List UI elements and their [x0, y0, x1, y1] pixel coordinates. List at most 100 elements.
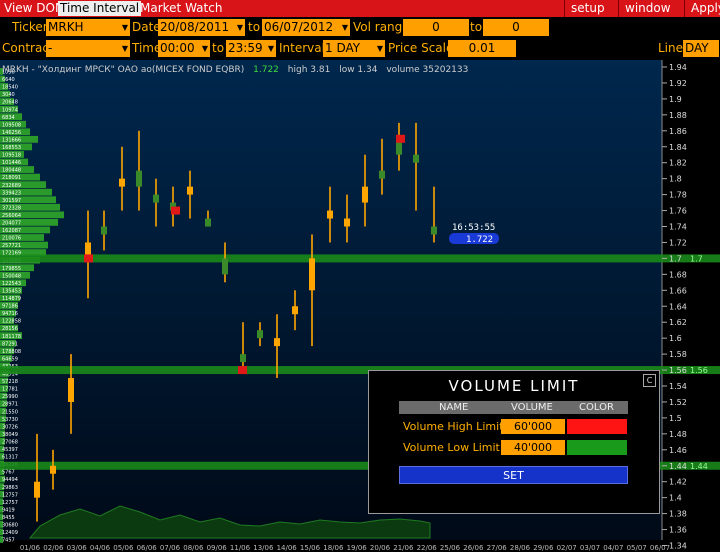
time-tick-label: 07/06: [160, 544, 181, 552]
volume-profile-label: 8455: [2, 515, 15, 521]
volume-profile-label: 168553: [2, 145, 21, 151]
volume-high-color[interactable]: [567, 419, 627, 434]
level-label: 1.44: [690, 462, 708, 471]
volume-profile-label: 114879: [2, 296, 21, 302]
volume-profile-label: 94716: [2, 311, 18, 317]
volume-limit-header: NAME VOLUME COLOR: [399, 401, 628, 414]
time-tick-label: 13/06: [253, 544, 274, 552]
volume-profile-label: 5767: [2, 470, 15, 476]
date-to-field[interactable]: 06/07/2012 ▼: [262, 19, 350, 36]
price-tick-label: 1.42: [669, 478, 687, 487]
time-tick-label: 28/06: [510, 544, 531, 552]
price-tick-label: 1.9: [669, 95, 682, 104]
candle-body: [119, 178, 125, 187]
volume-profile-label: 30680: [2, 523, 18, 529]
price-tick-label: 1.86: [669, 127, 687, 136]
vol-to-label: to: [470, 20, 483, 34]
candle-body: [101, 226, 107, 235]
ticker-select[interactable]: MRKH ▼: [46, 19, 130, 36]
volume-limit-title: VOLUME LIMIT: [448, 377, 580, 395]
time-tick-label: 29/06: [533, 544, 554, 552]
chart-last: 1.722: [253, 65, 279, 75]
line-select[interactable]: DAY: [683, 40, 719, 57]
tab-market-watch[interactable]: Market Watch: [138, 1, 224, 16]
candle-body: [257, 330, 263, 339]
volume-low-field[interactable]: 40'000: [501, 440, 565, 455]
time-tick-label: 21/06: [393, 544, 414, 552]
volume-profile-label: 146256: [2, 130, 21, 136]
volume-high-row: Volume High Limit 60'000: [399, 417, 628, 437]
chevron-down-icon: ▼: [201, 44, 208, 53]
close-icon[interactable]: C: [643, 374, 656, 387]
vol-to-field[interactable]: 0: [483, 19, 549, 36]
volume-profile-label: 10974: [2, 107, 18, 113]
volume-high-field[interactable]: 60'000: [501, 419, 565, 434]
time-tick-label: 08/06: [183, 544, 204, 552]
date-from-field[interactable]: 20/08/2011 ▼: [158, 19, 245, 36]
vol-from-field[interactable]: 0: [403, 19, 469, 36]
time-to-field[interactable]: 23:59 ▼: [226, 40, 276, 57]
volume-profile-label: 6640: [2, 77, 15, 83]
candle-body: [50, 465, 56, 474]
time-tick-label: 04/07: [603, 544, 623, 552]
time-tick-label: 22/06: [417, 544, 438, 552]
chart-low: low 1.34: [339, 65, 378, 75]
time-to-value: 23:59: [228, 41, 263, 55]
price-tick-label: 1.72: [669, 238, 687, 247]
time-from-field[interactable]: 00:00 ▼: [158, 40, 210, 57]
time-tick-label: 11/06: [230, 544, 251, 552]
time-tick-label: 03/07: [580, 544, 600, 552]
candle-body: [187, 186, 193, 195]
chart-volume: volume 35202133: [386, 65, 468, 75]
time-tick-label: 26/06: [463, 544, 484, 552]
candle-body: [34, 481, 40, 498]
price-tick-label: 1.88: [669, 111, 687, 120]
volume-highlight: [171, 206, 180, 215]
candle-body: [309, 258, 315, 291]
candle-body: [431, 226, 437, 235]
interval-select[interactable]: 1 DAY ▼: [323, 40, 385, 57]
price-tick-label: 1.44: [669, 462, 687, 471]
price-tick-label: 1.76: [669, 207, 687, 216]
volume-low-color[interactable]: [567, 440, 627, 455]
time-tick-label: 06/06: [137, 544, 158, 552]
candle-body: [136, 170, 142, 187]
price-tick-label: 1.58: [669, 350, 687, 359]
price-tick-label: 1.66: [669, 286, 687, 295]
tab-time-interval[interactable]: Time Interval: [58, 1, 142, 16]
volume-profile-label: 181178: [2, 334, 21, 340]
time-axis: 01/06 02/06 03/06 04/06 05/06 06/06 07/06 08/06…: [20, 544, 670, 552]
candle-body: [344, 218, 350, 227]
volume-profile-label: 178808: [2, 349, 21, 355]
chevron-down-icon: ▼: [236, 23, 243, 32]
volume-profile-label: 45397: [2, 447, 18, 453]
volume-profile-label: 61317: [2, 455, 18, 461]
menu-apply[interactable]: Apply: [684, 0, 720, 17]
price-scale-field[interactable]: 0.01: [448, 40, 516, 57]
contract-select[interactable]: - ▼: [46, 40, 130, 57]
chevron-down-icon: ▼: [121, 23, 128, 32]
volume-profile-label: 12757: [2, 492, 18, 498]
level-line: [0, 254, 720, 263]
price-tick-label: 1.7: [669, 254, 682, 263]
menu-setup[interactable]: setup: [564, 0, 605, 17]
volume-profile-label: 339423: [2, 190, 21, 196]
volume-profile-label: 38049: [2, 432, 18, 438]
price-tick-label: 1.74: [669, 223, 687, 232]
price-tick-label: 1.54: [669, 382, 687, 391]
set-button[interactable]: SET: [399, 466, 628, 484]
volume-profile-label: 17781: [2, 387, 18, 393]
price-tick-label: 1.48: [669, 430, 687, 439]
menu-bar: View DOM Time Interval Market Watch setu…: [0, 0, 720, 17]
time-tick-label: 04/06: [90, 544, 111, 552]
price-tick-label: 1.52: [669, 398, 687, 407]
volume-profile-label: 162087: [2, 228, 21, 234]
current-time-label: 16:53:55: [452, 223, 495, 233]
volume-profile-label: 28971: [2, 402, 18, 408]
volume-profile-label: 131666: [2, 137, 21, 143]
price-tick-label: 1.5: [669, 414, 682, 423]
volume-profile-label: 9419: [2, 507, 15, 513]
chart-symbol: MRKH - "Холдинг МРСК" ОАО ао(MICEX FOND …: [2, 65, 244, 75]
menu-window[interactable]: window: [618, 0, 671, 17]
volume-profile-label: 21550: [2, 409, 18, 415]
